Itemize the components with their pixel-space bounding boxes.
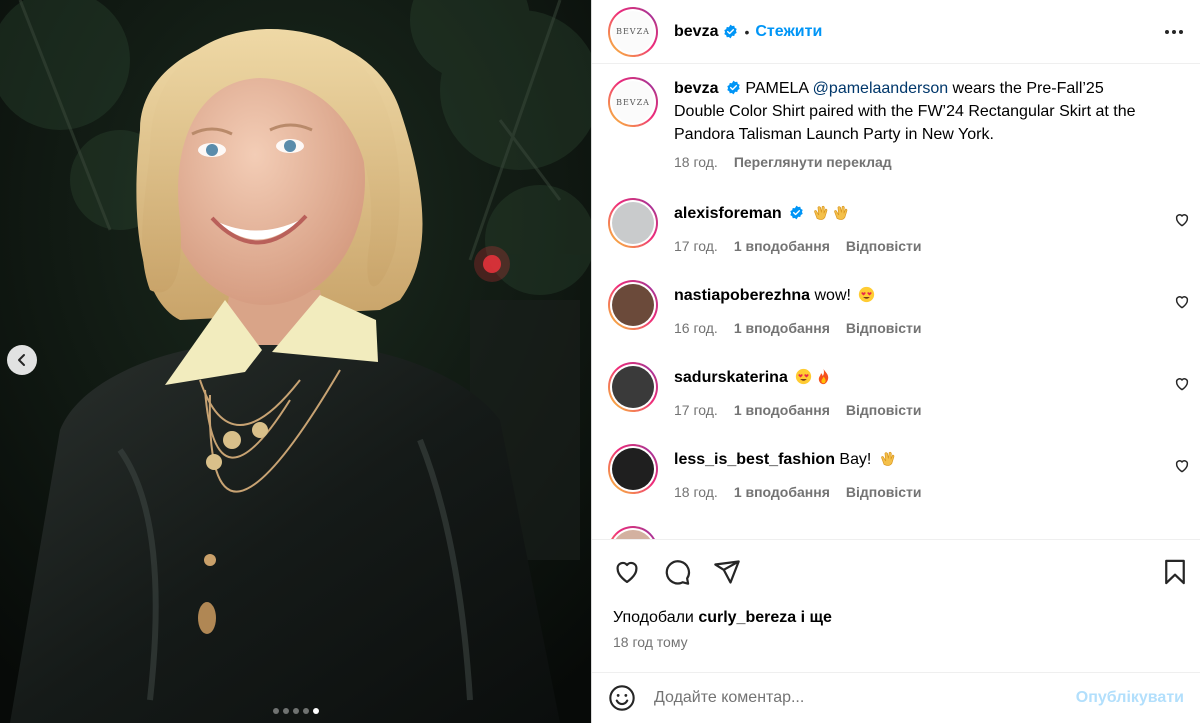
- verified-badge-icon: [726, 80, 741, 95]
- previous-slide-button[interactable]: [7, 345, 37, 375]
- brand-logo: BEVZA: [612, 10, 654, 53]
- heart-icon: [1175, 460, 1189, 473]
- comment-input[interactable]: [654, 689, 1076, 707]
- post-caption: BEVZA bevza PAMELA @pamelaanderson wears…: [592, 77, 1200, 170]
- emoji-picker-button[interactable]: [608, 684, 636, 712]
- commenter-avatar[interactable]: [608, 526, 658, 539]
- carousel-dot: [302, 708, 309, 714]
- more-options-button[interactable]: [1162, 20, 1186, 44]
- caption-avatar[interactable]: BEVZA: [608, 77, 658, 127]
- comment-time[interactable]: 18 год.: [674, 484, 718, 500]
- commenter-username[interactable]: less_is_best_fashion: [674, 451, 835, 468]
- carousel-dot: [282, 708, 289, 714]
- caption-prefix: PAMELA: [745, 80, 813, 97]
- comment-like-button[interactable]: [1174, 376, 1192, 394]
- post-actions-bar: [592, 539, 1200, 609]
- comment-like-button[interactable]: [1174, 294, 1192, 312]
- heart-eyes-emoji: [858, 286, 875, 303]
- caption-mention-link[interactable]: @pamelaanderson: [813, 80, 948, 97]
- commenter-avatar[interactable]: [608, 444, 658, 494]
- likes-suffix[interactable]: і ще: [796, 609, 832, 626]
- commenter-username[interactable]: alexisforeman: [674, 205, 782, 222]
- commenter-avatar[interactable]: [608, 198, 658, 248]
- comment-text: nastiapoberezhna wow!: [674, 284, 1154, 307]
- fire-emoji: [815, 368, 832, 385]
- clap-emoji: [812, 204, 829, 221]
- publish-button[interactable]: Опублікувати: [1076, 689, 1184, 707]
- reply-button[interactable]: Відповісти: [846, 402, 922, 418]
- send-icon: [714, 560, 740, 584]
- heart-icon: [1175, 378, 1189, 391]
- comment-item: alexisforeman 17 год. 1 вподобання Відпо…: [592, 198, 1200, 254]
- caption-time[interactable]: 18 год.: [674, 154, 718, 170]
- verified-badge-icon: [723, 24, 738, 39]
- save-button[interactable]: [1160, 557, 1190, 587]
- more-horizontal-icon: [1165, 30, 1183, 34]
- chevron-left-icon: [18, 354, 25, 366]
- see-translation-button[interactable]: Переглянути переклад: [734, 154, 892, 170]
- comment-likes-count[interactable]: 1 вподобання: [734, 238, 830, 254]
- comment-item: sadurskaterina 17 год. 1 вподобання Відп…: [592, 362, 1200, 418]
- carousel-dot: [272, 708, 279, 714]
- comment-text: alexisforeman: [674, 202, 1154, 225]
- reply-button[interactable]: Відповісти: [846, 484, 922, 500]
- commenter-avatar[interactable]: [608, 362, 658, 412]
- post-timestamp[interactable]: 18 год тому: [613, 634, 688, 650]
- clap-emoji: [879, 450, 896, 467]
- comment-text: less_is_best_fashion Вау!: [674, 448, 1154, 471]
- like-button[interactable]: [612, 557, 642, 587]
- bookmark-icon: [1165, 559, 1185, 585]
- carousel-dot: [292, 708, 299, 714]
- add-comment-bar: Опублікувати: [592, 672, 1200, 723]
- carousel-indicator: [0, 708, 591, 714]
- post-header: BEVZA bevza • Стежити: [592, 0, 1200, 64]
- post-media[interactable]: [0, 0, 591, 723]
- likes-username[interactable]: curly_bereza: [698, 609, 796, 626]
- brand-logo: BEVZA: [612, 81, 654, 123]
- heart-eyes-emoji: [795, 368, 812, 385]
- caption-username[interactable]: bevza: [674, 80, 718, 97]
- comment-item: less_is_best_fashion Вау! 18 год. 1 впод…: [592, 444, 1200, 500]
- comment-likes-count[interactable]: 1 вподобання: [734, 320, 830, 336]
- comment-likes-count[interactable]: 1 вподобання: [734, 484, 830, 500]
- comment-icon: [665, 560, 691, 585]
- comment-button[interactable]: [662, 557, 692, 587]
- separator-dot: •: [744, 23, 750, 40]
- share-button[interactable]: [712, 557, 742, 587]
- reply-button[interactable]: Відповісти: [846, 320, 922, 336]
- comment-like-button[interactable]: [1174, 212, 1192, 230]
- caption-text: bevza PAMELA @pamelaanderson wears the P…: [674, 77, 1154, 146]
- reply-button[interactable]: Відповісти: [846, 238, 922, 254]
- comment-time[interactable]: 17 год.: [674, 238, 718, 254]
- comment-item: nastiapoberezhna wow! 16 год. 1 вподобан…: [592, 280, 1200, 336]
- post-photo: [0, 0, 591, 723]
- comment-time[interactable]: 16 год.: [674, 320, 718, 336]
- comment-item-partial: [608, 526, 658, 539]
- follow-button[interactable]: Стежити: [755, 23, 822, 41]
- carousel-dot: [312, 708, 319, 714]
- heart-icon: [616, 561, 638, 584]
- commenter-username[interactable]: sadurskaterina: [674, 369, 788, 386]
- commenter-username[interactable]: nastiapoberezhna: [674, 287, 810, 304]
- comments-list[interactable]: BEVZA bevza PAMELA @pamelaanderson wears…: [592, 65, 1200, 539]
- comment-text: sadurskaterina: [674, 366, 1154, 389]
- comment-likes-count[interactable]: 1 вподобання: [734, 402, 830, 418]
- clap-emoji: [832, 204, 849, 221]
- emoji-icon: [609, 685, 635, 711]
- comment-time[interactable]: 17 год.: [674, 402, 718, 418]
- comment-body: Вау!: [839, 451, 872, 468]
- likes-prefix: Уподобали: [613, 609, 699, 626]
- author-username[interactable]: bevza: [674, 23, 718, 41]
- author-avatar[interactable]: BEVZA: [608, 6, 658, 57]
- comment-body: wow!: [814, 287, 851, 304]
- heart-icon: [1175, 214, 1189, 227]
- likes-summary[interactable]: Уподобали curly_bereza і ще: [613, 609, 832, 627]
- post-sidebar: BEVZA bevza • Стежити BEVZA bevza PAMELA…: [591, 0, 1200, 723]
- comment-like-button[interactable]: [1174, 458, 1192, 476]
- commenter-avatar[interactable]: [608, 280, 658, 330]
- heart-icon: [1175, 296, 1189, 309]
- verified-badge-icon: [789, 205, 804, 220]
